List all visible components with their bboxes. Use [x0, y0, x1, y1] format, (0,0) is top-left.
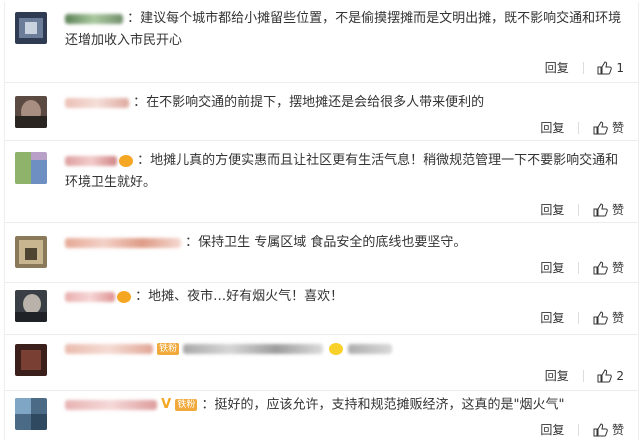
comment-actions: 回复 赞: [540, 308, 624, 326]
divider: [578, 261, 580, 274]
comment-actions: 回复 赞: [540, 200, 624, 218]
comment-actions: 回复 赞: [540, 258, 624, 276]
divider: [578, 423, 580, 436]
avatar[interactable]: [15, 96, 47, 128]
fan-badge: 铁粉: [157, 342, 180, 355]
emoji-icon: [329, 342, 344, 355]
comment-text: ：地摊儿真的方便实惠而且让社区更有生活气息！稍微规范管理一下不要影响交通和环境卫…: [65, 153, 619, 190]
avatar[interactable]: [15, 398, 47, 430]
member-badge-icon: [117, 290, 131, 303]
reply-button[interactable]: 回复: [540, 309, 564, 327]
reply-button[interactable]: 回复: [545, 367, 569, 385]
comment-actions: 回复 赞: [540, 118, 624, 136]
reply-button[interactable]: 回复: [540, 259, 564, 277]
reply-button[interactable]: 回复: [540, 119, 564, 137]
comment-item: ：地摊儿真的方便实惠而且让社区更有生活气息！稍微规范管理一下不要影响交通和环境卫…: [5, 140, 638, 223]
comment-actions: 回复 赞: [540, 420, 624, 438]
comment-item: ：建议每个城市都给小摊留些位置，不是偷摸摆摊而是文明出摊，既不影响交通和环境还增…: [5, 2, 638, 83]
like-button[interactable]: 赞: [593, 420, 624, 439]
like-label: 赞: [611, 260, 624, 275]
like-label: 赞: [611, 422, 624, 437]
thumbs-up-icon: [593, 203, 608, 217]
divider: [578, 121, 580, 134]
like-button[interactable]: 赞: [593, 258, 624, 277]
member-badge-icon: [119, 154, 133, 167]
comment-text: ：建议每个城市都给小摊留些位置，不是偷摸摆摊而是文明出摊，既不影响交通和环境还增…: [65, 11, 622, 48]
thumbs-up-icon: [593, 423, 608, 437]
username-blurred[interactable]: [65, 13, 123, 24]
fan-badge: 铁粉: [175, 399, 198, 411]
thumbs-up-icon: [593, 121, 608, 135]
like-button[interactable]: 赞: [593, 308, 624, 327]
divider: [578, 311, 580, 324]
thumbs-up-icon: [593, 311, 608, 325]
comment-list: ：建议每个城市都给小摊留些位置，不是偷摸摆摊而是文明出摊，既不影响交通和环境还增…: [4, 2, 639, 440]
thumbs-up-icon: [597, 369, 613, 383]
comment-item: V 铁粉 ：挺好的，应该允许，支持和规范摊贩经济，这真的是"烟火气" 回复 赞: [5, 390, 638, 440]
comment-actions: 回复 2: [545, 366, 624, 384]
like-label: 赞: [611, 310, 624, 325]
reply-button[interactable]: 回复: [540, 421, 564, 439]
like-button[interactable]: 2: [597, 366, 624, 385]
thumbs-up-icon: [597, 61, 613, 75]
like-button[interactable]: 1: [597, 58, 624, 77]
comment-actions: 回复 1: [545, 58, 624, 76]
username-blurred[interactable]: [65, 343, 153, 354]
comment-text: ：挺好的，应该允许，支持和规范摊贩经济，这真的是"烟火气": [201, 397, 565, 413]
avatar[interactable]: [15, 12, 47, 44]
comment-text-blurred: [347, 343, 392, 354]
divider: [582, 369, 584, 382]
avatar[interactable]: [15, 236, 47, 268]
thumbs-up-icon: [593, 261, 608, 275]
verified-icon: V: [161, 397, 172, 412]
divider: [582, 61, 584, 74]
reply-button[interactable]: 回复: [540, 201, 564, 219]
comment-text: ：地摊、夜市…好有烟火气！喜欢！: [135, 289, 344, 304]
avatar[interactable]: [15, 290, 47, 322]
like-count: 1: [616, 60, 624, 75]
comment-item: ：保持卫生 专属区域 食品安全的底线也要坚守。 回复 赞: [5, 222, 638, 283]
like-button[interactable]: 赞: [593, 200, 624, 219]
comment-text: ：在不影响交通的前提下，摆地摊还是会给很多人带来便利的: [133, 95, 485, 110]
like-count: 2: [616, 368, 624, 383]
username-blurred[interactable]: [65, 155, 117, 166]
username-blurred[interactable]: [65, 237, 181, 248]
avatar[interactable]: [15, 152, 47, 184]
username-blurred[interactable]: [65, 400, 157, 410]
comment-text: ：保持卫生 专属区域 食品安全的底线也要坚守。: [185, 235, 467, 250]
comment-item: ：在不影响交通的前提下，摆地摊还是会给很多人带来便利的 回复 赞: [5, 82, 638, 141]
comment-item: 铁粉 回复 2: [5, 334, 638, 391]
reply-button[interactable]: 回复: [545, 59, 569, 77]
like-label: 赞: [611, 202, 624, 217]
divider: [578, 203, 580, 216]
avatar[interactable]: [15, 344, 47, 376]
comment-text-blurred: [183, 343, 324, 354]
like-label: 赞: [611, 120, 624, 135]
like-button[interactable]: 赞: [593, 118, 624, 137]
comment-item: ：地摊、夜市…好有烟火气！喜欢！ 回复 赞: [5, 282, 638, 335]
username-blurred[interactable]: [65, 97, 129, 108]
username-blurred[interactable]: [65, 291, 115, 302]
